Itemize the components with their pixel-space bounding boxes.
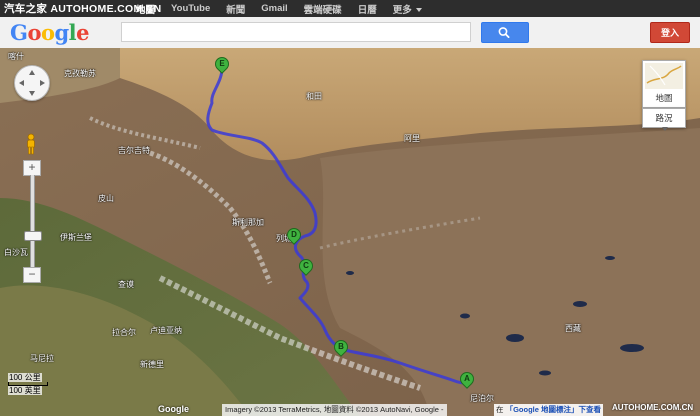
route-marker-c[interactable]: C [296,256,316,279]
nav-link-more[interactable]: 更多 [385,2,430,16]
map-label: 马尼拉 [30,354,54,363]
google-top-bar: 汽车之家 AUTOHOME.COM.CN 地圖 YouTube 新聞 Gmail… [0,0,700,17]
map-label: 尼泊尔 [470,394,494,403]
pan-control[interactable] [14,65,50,101]
logo-letter: G [10,20,28,45]
route-marker-d[interactable]: D [284,225,304,248]
map-label: 西藏 [565,324,581,333]
map-label: 新德里 [140,360,164,369]
logo-letter: o [27,20,41,45]
map-label: 和田 [306,92,322,101]
sign-in-button[interactable]: 登入 [650,22,690,43]
logo-letter: g [54,20,69,45]
map-label: 白沙瓦 [4,248,28,257]
map-label: 伊斯兰堡 [60,233,92,242]
zoom-in-button[interactable]: + [23,160,41,176]
map-canvas[interactable]: 喀什 克孜勒苏 吉尔吉特 皮山 伊斯兰堡 白沙瓦 斯利那加 查谟 拉合尔 卢迪亚… [0,48,700,416]
map-label: 吉尔吉特 [118,146,150,155]
route-marker-e[interactable]: E [212,54,232,77]
map-google-logo: Google [158,404,189,414]
map-label: 皮山 [98,194,114,203]
marker-letter: D [291,230,297,239]
marker-letter: C [303,261,309,270]
map-label: 克孜勒苏 [64,69,96,78]
map-label: 拉合尔 [112,328,136,337]
map-attribution: Imagery ©2013 TerraMetrics, 地圖資料 ©2013 A… [222,404,447,416]
marker-letter: A [464,374,470,383]
search-icon [498,27,510,39]
bottom-watermark: AUTOHOME.COM.CN [612,403,694,412]
marker-letter: B [338,342,344,351]
map-label: 阿里 [404,134,420,143]
satellite-imagery [0,48,700,416]
nav-more-label: 更多 [392,4,412,16]
pan-arrows-icon [19,70,45,96]
search-input[interactable] [121,22,471,42]
nav-link-news[interactable]: 新聞 [218,2,253,16]
header: Google 登入 [0,17,700,49]
zoom-slider-track[interactable] [30,175,35,267]
nav-link-youtube[interactable]: YouTube [163,3,218,14]
route-marker-a[interactable]: A [457,369,477,392]
chevron-down-icon [415,7,422,12]
zoom-slider-handle[interactable] [24,231,42,241]
logo-letter: o [40,20,55,45]
map-label: 查谟 [118,280,134,289]
search-button[interactable] [481,22,529,43]
route-marker-b[interactable]: B [331,337,351,360]
map-type-label: 地圖 [655,93,673,103]
bottom-link-text: 「Google 地圖標注」下查看 [505,405,602,414]
google-logo[interactable]: Google [10,20,90,45]
marker-letter: E [219,59,225,68]
map-thumbnail [645,63,683,89]
scale-km: 100 公里 [8,373,42,382]
nav-link-drive[interactable]: 雲端硬碟 [296,2,350,16]
logo-letter: l [68,20,77,45]
nav-link-gmail[interactable]: Gmail [253,3,295,14]
map-scale: 100 公里 100 英里 [8,373,78,395]
nav-link-maps[interactable]: 地圖 [128,2,163,16]
map-label: 卢迪亚纳 [150,326,182,335]
traffic-button[interactable]: 路況 [642,108,686,128]
bottom-link-prefix: 在 [496,405,504,414]
zoom-out-button[interactable]: − [23,267,41,283]
map-type-button[interactable]: 地圖 [642,60,686,108]
pegman-icon[interactable] [24,133,38,155]
logo-letter: e [76,20,90,45]
chevron-down-icon[interactable] [662,127,668,131]
nav-link-calendar[interactable]: 日曆 [350,2,385,16]
view-in-google-maps-link[interactable]: 在 「Google 地圖標注」下查看 [494,404,604,416]
scale-mi: 100 英里 [8,386,42,395]
map-label: 喀什 [8,52,24,61]
map-label: 斯利那加 [232,218,264,227]
top-nav: 地圖 YouTube 新聞 Gmail 雲端硬碟 日曆 更多 [128,0,430,17]
